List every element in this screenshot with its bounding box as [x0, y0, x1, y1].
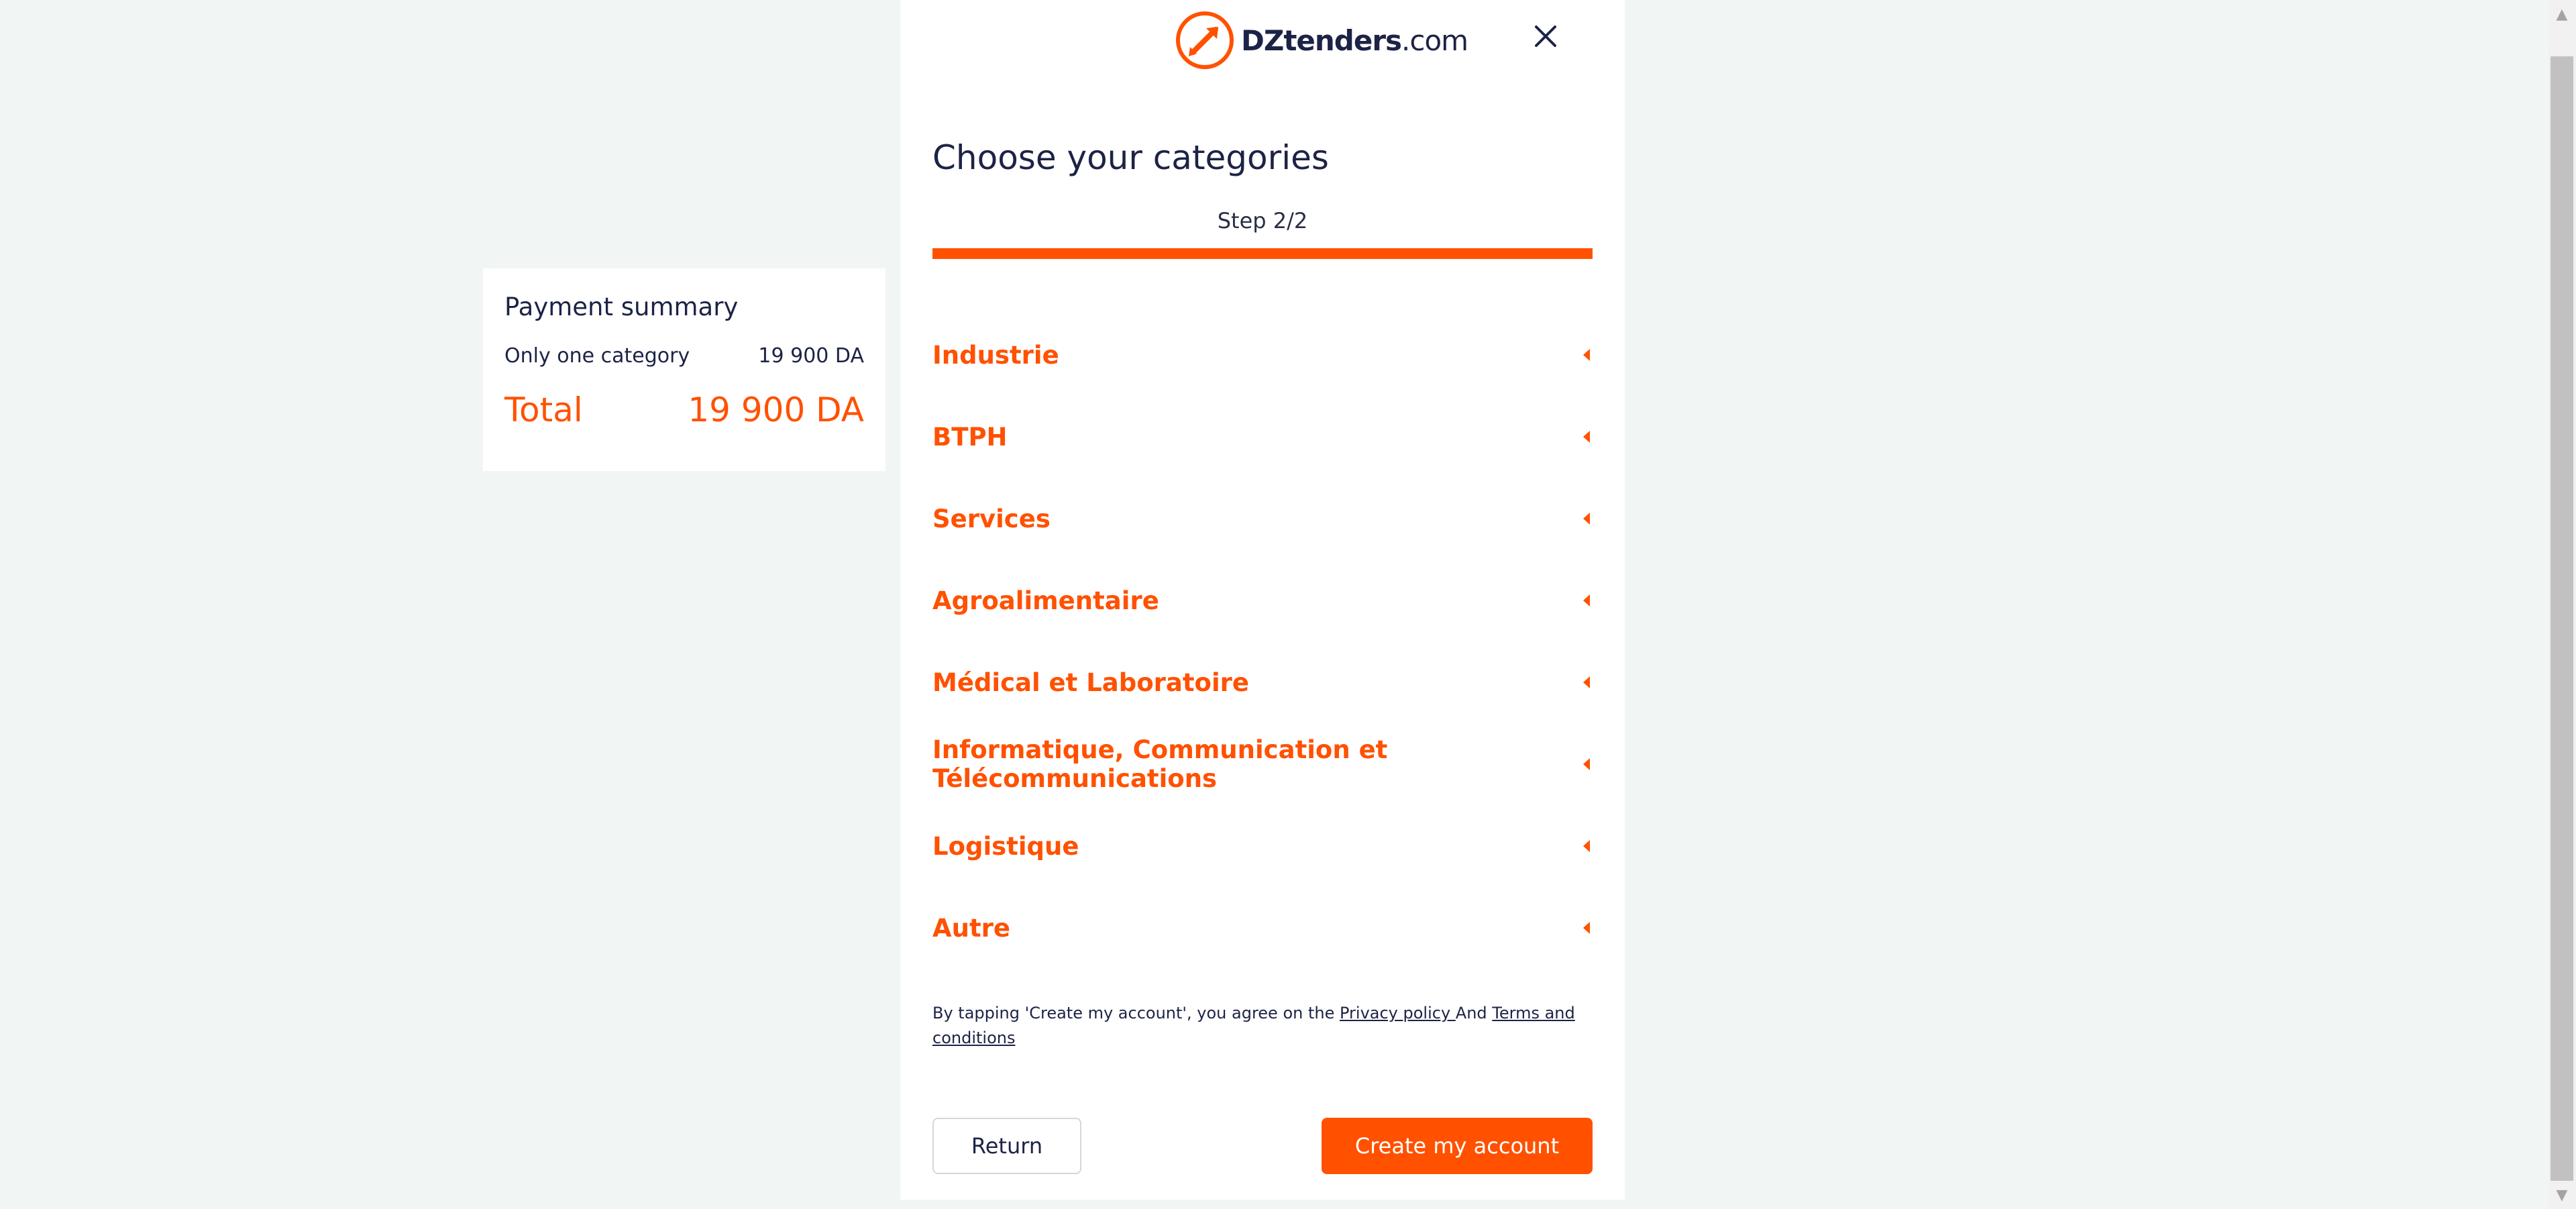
summary-total-price: 19 900 DA [688, 390, 864, 429]
progress-bar [932, 248, 1593, 259]
legal-notice: By tapping 'Create my account', you agre… [932, 1001, 1593, 1051]
category-label: Autre [932, 913, 1011, 943]
caret-left-icon [1583, 758, 1590, 770]
category-label: Industrie [932, 340, 1059, 370]
summary-item-label: Only one category [504, 344, 690, 368]
summary-item-row: Only one category 19 900 DA [504, 344, 864, 368]
form-actions: Return Create my account [932, 1118, 1593, 1174]
brand-name-bold: DZtenders [1241, 23, 1402, 57]
caret-left-icon [1583, 594, 1590, 607]
brand-name-suffix: .com [1401, 23, 1468, 57]
progress-bar-fill [932, 248, 1593, 259]
modal-header: DZtenders.com [932, 0, 1593, 81]
payment-summary-card: Payment summary Only one category 19 900… [483, 268, 885, 471]
category-label: Agroalimentaire [932, 586, 1159, 615]
category-label: Logistique [932, 831, 1079, 861]
caret-left-icon [1583, 431, 1590, 443]
privacy-policy-link[interactable]: Privacy policy [1340, 1004, 1456, 1022]
caret-left-icon [1583, 676, 1590, 688]
page-title: Choose your categories [932, 138, 1329, 177]
category-label: BTPH [932, 422, 1008, 452]
step-indicator: Step 2/2 [1217, 208, 1308, 233]
scroll-up-icon[interactable]: ▲ [2548, 0, 2576, 28]
category-item[interactable]: BTPH [932, 396, 1593, 478]
caret-left-icon [1583, 922, 1590, 934]
scrollbar-thumb[interactable] [2551, 56, 2573, 1181]
brand-logo[interactable]: DZtenders.com [1174, 9, 1468, 71]
category-label: Médical et Laboratoire [932, 668, 1250, 697]
scroll-down-icon[interactable]: ▼ [2548, 1181, 2576, 1209]
summary-total-label: Total [504, 390, 583, 429]
page-scrollbar[interactable]: ▲ ▼ [2548, 0, 2576, 1209]
category-item[interactable]: Logistique [932, 805, 1593, 887]
category-label: Informatique, Communication et Télécommu… [932, 735, 1388, 793]
caret-left-icon [1583, 840, 1590, 852]
close-icon[interactable] [1534, 24, 1558, 48]
category-item[interactable]: Informatique, Communication et Télécommu… [932, 723, 1593, 805]
return-button[interactable]: Return [932, 1118, 1081, 1174]
caret-left-icon [1583, 349, 1590, 361]
legal-conjunction: And [1455, 1004, 1493, 1022]
category-item[interactable]: Services [932, 478, 1593, 560]
category-item[interactable]: Agroalimentaire [932, 560, 1593, 641]
summary-total-row: Total 19 900 DA [504, 390, 864, 429]
category-item[interactable]: Industrie [932, 314, 1593, 396]
summary-item-price: 19 900 DA [758, 344, 864, 368]
payment-summary-title: Payment summary [504, 293, 739, 321]
category-label: Services [932, 504, 1051, 533]
rocket-logo-icon [1176, 11, 1234, 69]
categories-modal: DZtenders.com Choose your categories Ste… [900, 0, 1625, 1200]
brand-name: DZtenders.com [1241, 24, 1468, 57]
legal-prefix: By tapping 'Create my account', you agre… [932, 1004, 1340, 1022]
category-item[interactable]: Autre [932, 887, 1593, 969]
caret-left-icon [1583, 513, 1590, 525]
create-account-button[interactable]: Create my account [1322, 1118, 1593, 1174]
category-item[interactable]: Médical et Laboratoire [932, 641, 1593, 723]
category-list: Industrie BTPH Services Agroalimentaire Médi… [932, 314, 1593, 969]
